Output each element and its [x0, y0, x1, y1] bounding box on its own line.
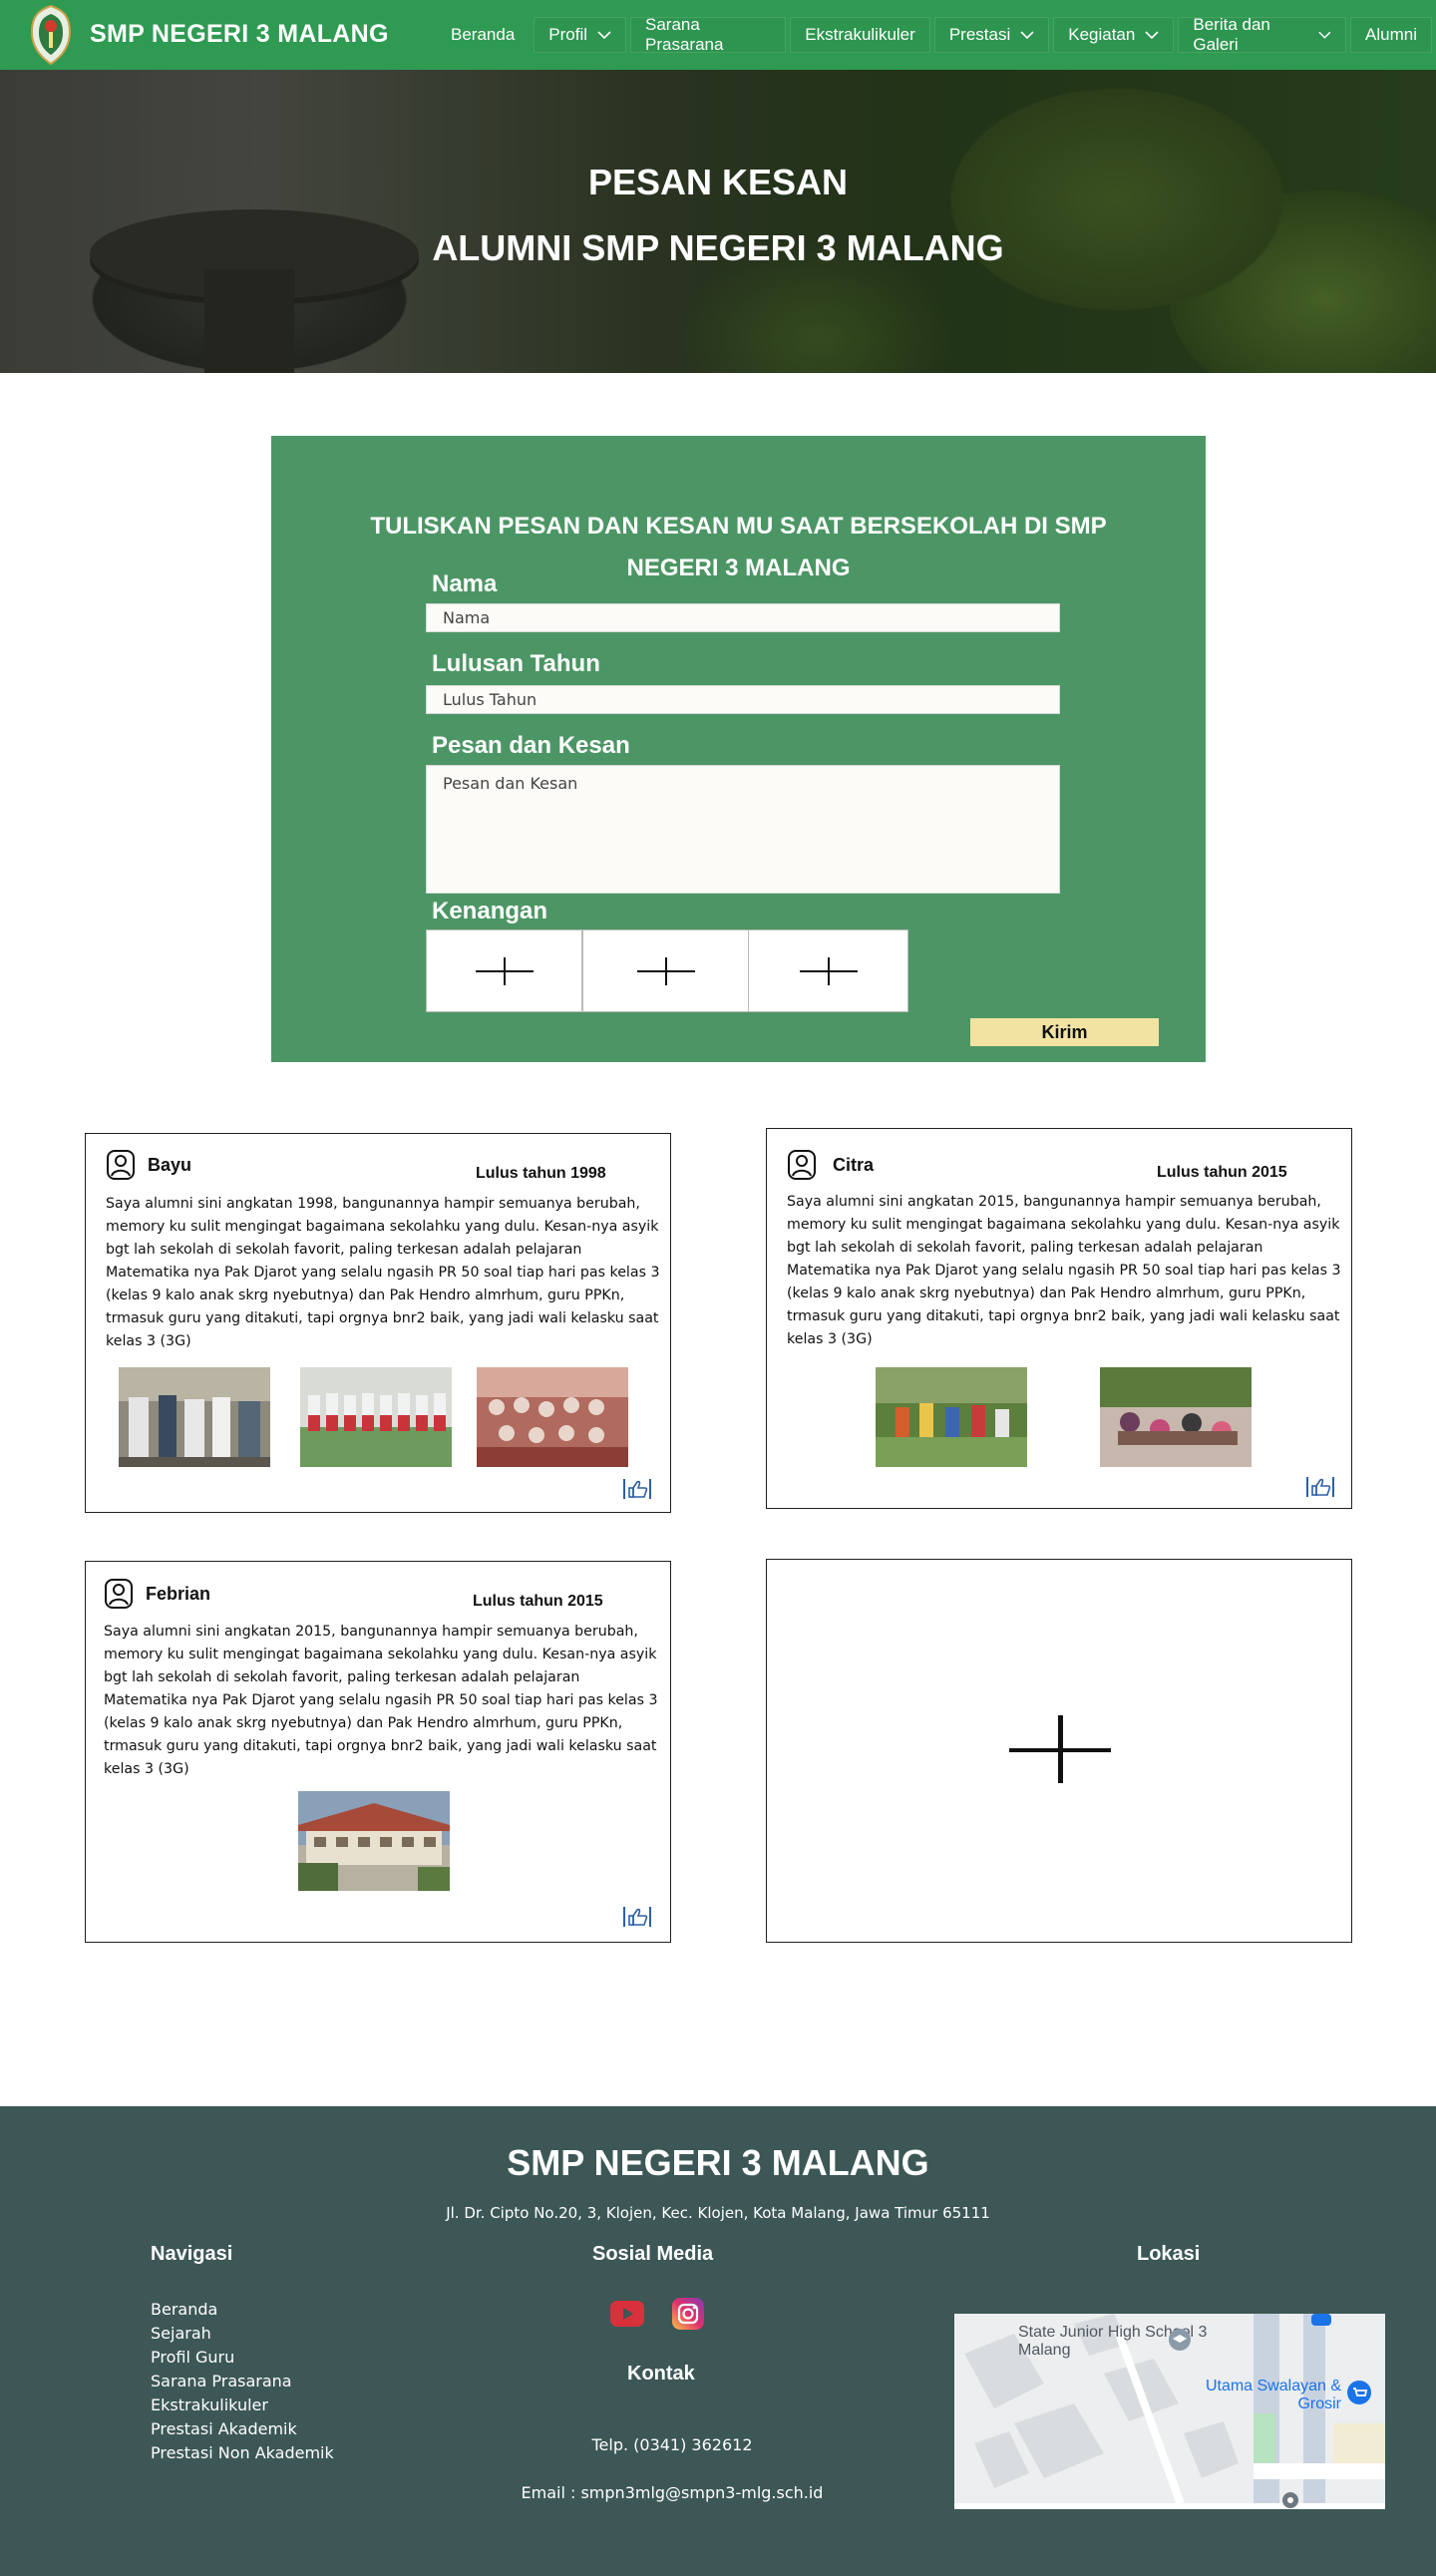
map-pin-icon[interactable] — [1311, 2314, 1331, 2326]
add-testimonial-card[interactable] — [766, 1559, 1352, 1943]
message-textarea[interactable]: Pesan dan Kesan — [426, 765, 1060, 894]
photo-upload-2[interactable] — [582, 929, 749, 1012]
hero-title: PESAN KESAN — [587, 162, 849, 202]
navbar: SMP NEGERI 3 MALANG Beranda Profil Saran… — [0, 0, 1436, 70]
footer-link-ekstrakulikuler[interactable]: Ekstrakulikuler — [151, 2395, 268, 2414]
thumbs-up-icon[interactable] — [1305, 1476, 1335, 1498]
nav-item-alumni[interactable]: Alumni — [1350, 17, 1432, 53]
hero-subtitle: ALUMNI SMP NEGERI 3 MALANG — [432, 227, 1004, 268]
nav-item-prestasi[interactable]: Prestasi — [933, 17, 1050, 53]
footer-link[interactable]: Prestasi Akademik — [151, 2417, 334, 2441]
chevron-down-icon — [1318, 31, 1331, 39]
graduation-year: Lulus tahun 1998 — [476, 1165, 606, 1182]
location-map[interactable]: State Junior High School 3 Malang Utama … — [954, 2314, 1385, 2509]
chevron-down-icon — [1020, 30, 1034, 39]
nav-item-sarana-prasarana[interactable]: Sarana Prasarana — [630, 15, 787, 54]
chevron-down-icon — [1145, 30, 1159, 39]
contact-heading: Kontak — [627, 2363, 695, 2385]
location-heading: Lokasi — [1137, 2243, 1201, 2265]
hero-banner: PESAN KESAN ALUMNI SMP NEGERI 3 MALANG — [0, 70, 1436, 373]
main-nav: Beranda Profil Sarana Prasarana Ekstraku… — [436, 15, 1436, 54]
nav-label: Profil — [548, 25, 588, 44]
memory-photo[interactable] — [876, 1367, 1027, 1467]
memory-label: Kenangan — [432, 898, 548, 924]
footer-nav-list: Beranda Sejarah Profil Guru Sarana Prasa… — [151, 2298, 334, 2465]
nav-label: Kegiatan — [1068, 25, 1136, 44]
footer-address: Jl. Dr. Cipto No.20, 3, Klojen, Kec. Klo… — [446, 2204, 990, 2222]
testimonial-card: Febrian Lulus tahun 2015 Saya alumni sin… — [85, 1561, 671, 1943]
memory-photo[interactable] — [1100, 1367, 1252, 1467]
chevron-down-icon — [597, 30, 611, 39]
nav-item-beranda[interactable]: Beranda — [436, 17, 531, 53]
testimonial-card: Citra Lulus tahun 2015 Saya alumni sini … — [766, 1128, 1352, 1509]
testimonial-text: Saya alumni sini angkatan 2015, bangunan… — [104, 1624, 658, 1777]
nav-label: Alumni — [1365, 25, 1417, 44]
nav-label: Beranda — [451, 25, 516, 44]
author-name: Febrian — [146, 1584, 211, 1604]
footer-link-sarana-prasarana[interactable]: Sarana Prasarana — [151, 2372, 292, 2391]
hero-image-pedestal — [204, 269, 294, 373]
memory-photo[interactable] — [298, 1791, 450, 1891]
message-label: Pesan dan Kesan — [432, 732, 630, 759]
footer-link[interactable]: Beranda — [151, 2298, 334, 2322]
footer-link-profil-guru[interactable]: Profil Guru — [151, 2348, 234, 2367]
photo-upload-1[interactable] — [426, 929, 582, 1012]
map-pin-icon[interactable] — [1281, 2491, 1299, 2509]
youtube-icon[interactable] — [610, 2301, 644, 2327]
nav-item-kegiatan[interactable]: Kegiatan — [1053, 17, 1175, 53]
footer-link-prestasi-akademik[interactable]: Prestasi Akademik — [151, 2419, 297, 2438]
graduation-year: Lulus tahun 2015 — [473, 1593, 603, 1610]
footer-link[interactable]: Prestasi Non Akademik — [151, 2441, 334, 2465]
contact-email[interactable]: Email : smpn3mlg@smpn3-mlg.sch.id — [473, 2483, 872, 2502]
contact-phone: Telp. (0341) 362612 — [591, 2435, 753, 2454]
footer: SMP NEGERI 3 MALANG Jl. Dr. Cipto No.20,… — [0, 2106, 1436, 2576]
message-form: TULISKAN PESAN DAN KESAN MU SAAT BERSEKO… — [271, 436, 1206, 1062]
thumbs-up-icon[interactable] — [622, 1906, 652, 1928]
photo-upload-3[interactable] — [748, 929, 908, 1012]
form-title: TULISKAN PESAN DAN KESAN MU SAAT BERSEKO… — [370, 513, 1107, 581]
footer-link[interactable]: Sejarah — [151, 2322, 334, 2346]
nav-label: Prestasi — [948, 25, 1011, 44]
social-heading: Sosial Media — [592, 2243, 714, 2265]
year-label: Lulusan Tahun — [432, 650, 600, 677]
footer-nav-heading: Navigasi — [151, 2243, 233, 2265]
testimonial-card: Bayu Lulus tahun 1998 Saya alumni sini a… — [85, 1133, 671, 1513]
nav-item-ekstrakulikuler[interactable]: Ekstrakulikuler — [790, 17, 930, 53]
map-label-store: Utama Swalayan & Grosir — [1205, 2378, 1341, 2412]
nav-label: Ekstrakulikuler — [805, 25, 915, 44]
user-icon — [107, 1150, 135, 1180]
user-icon — [788, 1150, 816, 1180]
submit-button[interactable]: Kirim — [970, 1018, 1159, 1046]
nav-label: Berita dan Galeri — [1193, 15, 1270, 54]
name-label: Nama — [432, 570, 498, 597]
footer-link-sejarah[interactable]: Sejarah — [151, 2324, 211, 2343]
school-crest-logo[interactable] — [28, 4, 74, 66]
brand-title[interactable]: SMP NEGERI 3 MALANG — [90, 20, 389, 49]
map-pin-icon[interactable] — [1168, 2328, 1192, 2352]
memory-photo[interactable] — [477, 1367, 628, 1467]
nav-item-profil[interactable]: Profil — [534, 17, 627, 53]
map-pin-icon[interactable] — [1346, 2380, 1372, 2405]
author-name: Citra — [833, 1155, 875, 1175]
graduation-year: Lulus tahun 2015 — [1157, 1164, 1287, 1181]
footer-link-beranda[interactable]: Beranda — [151, 2300, 217, 2319]
nav-label: Sarana Prasarana — [645, 15, 724, 54]
testimonial-text: Saya alumni sini angkatan 1998, bangunan… — [106, 1196, 660, 1349]
author-name: Bayu — [148, 1155, 192, 1175]
name-input[interactable]: Nama — [426, 603, 1060, 632]
footer-link[interactable]: Ekstrakulikuler — [151, 2393, 334, 2417]
year-input[interactable]: Lulus Tahun — [426, 685, 1060, 714]
memory-photo[interactable] — [119, 1367, 270, 1467]
footer-link-prestasi-non-akademik[interactable]: Prestasi Non Akademik — [151, 2443, 334, 2462]
memory-photo[interactable] — [300, 1367, 452, 1467]
instagram-icon[interactable] — [672, 2298, 704, 2330]
footer-link[interactable]: Sarana Prasarana — [151, 2370, 334, 2393]
footer-brand: SMP NEGERI 3 MALANG — [507, 2142, 929, 2183]
thumbs-up-icon[interactable] — [622, 1478, 652, 1500]
testimonial-text: Saya alumni sini angkatan 2015, bangunan… — [787, 1194, 1341, 1347]
footer-link[interactable]: Profil Guru — [151, 2346, 334, 2370]
user-icon — [105, 1579, 133, 1609]
nav-item-berita-galeri[interactable]: Berita dan Galeri — [1178, 15, 1347, 54]
